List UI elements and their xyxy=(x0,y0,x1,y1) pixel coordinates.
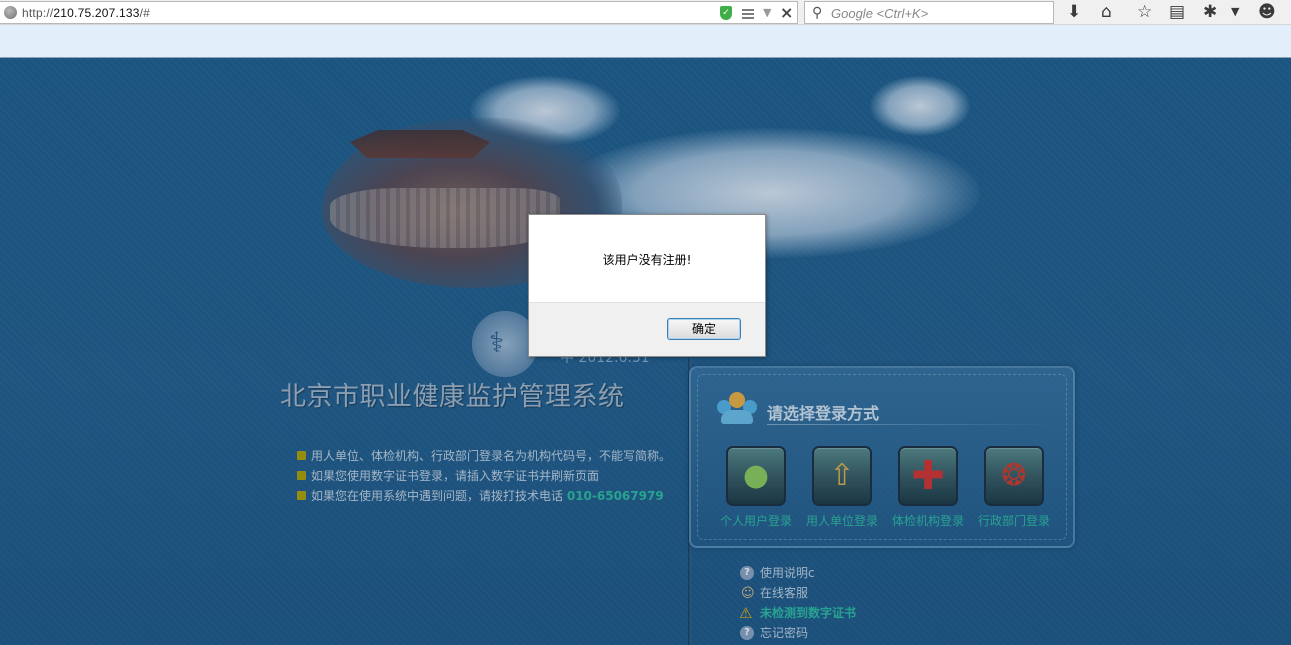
dropdown-icon[interactable]: ▼ xyxy=(763,6,771,19)
ok-button[interactable]: 确定 xyxy=(667,318,741,340)
bookmarks-bar xyxy=(0,25,1291,58)
qr-icon[interactable] xyxy=(742,7,754,19)
download-icon[interactable]: ⬇ xyxy=(1067,2,1081,22)
alert-message: 该用户没有注册! xyxy=(602,253,692,267)
url-bar[interactable]: http://210.75.207.133/# ✓ ▼ × xyxy=(0,1,798,24)
search-box[interactable]: ⚲ Google <Ctrl+K> xyxy=(804,1,1054,24)
bookmark-star-icon[interactable]: ☆ xyxy=(1137,2,1152,22)
url-host: 210.75.207.133 xyxy=(53,6,140,20)
globe-icon xyxy=(4,6,17,19)
chat-icon[interactable]: ☻ xyxy=(1258,2,1276,22)
browser-toolbar: http://210.75.207.133/# ✓ ▼ × ⚲ Google <… xyxy=(0,0,1291,25)
reader-icon[interactable]: ▤ xyxy=(1169,2,1185,22)
close-icon[interactable]: × xyxy=(780,3,793,22)
url-suffix: /# xyxy=(139,6,151,20)
extension-icon[interactable]: ✱ xyxy=(1203,2,1217,22)
shield-icon[interactable]: ✓ xyxy=(720,6,732,20)
url-prefix: http:// xyxy=(22,6,54,20)
url-text[interactable]: http://210.75.207.133/# xyxy=(22,6,150,20)
search-placeholder: Google <Ctrl+K> xyxy=(831,6,929,21)
alert-dialog: 该用户没有注册! 确定 xyxy=(528,214,766,357)
menu-dropdown-icon[interactable]: ▼ xyxy=(1231,2,1239,22)
alert-footer: 确定 xyxy=(529,302,765,356)
home-icon[interactable]: ⌂ xyxy=(1101,2,1112,22)
search-icon: ⚲ xyxy=(812,5,823,21)
